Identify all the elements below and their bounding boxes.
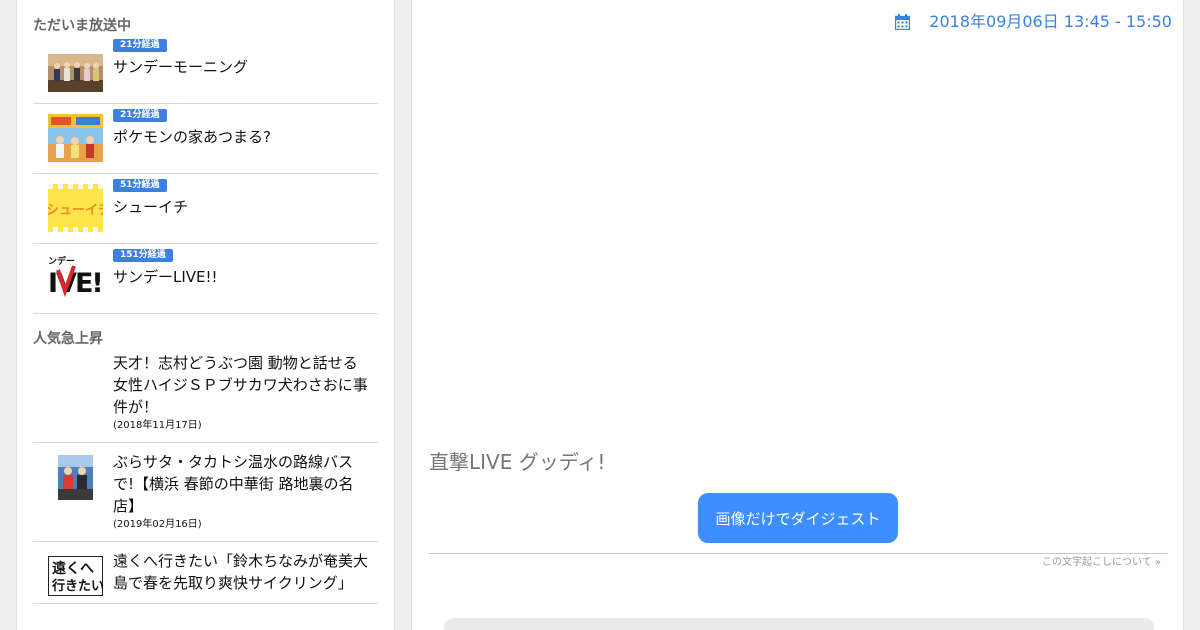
sidebar: ただいま放送中 21分経過 サンデーモーニング 21分経過 ポケモンの家あつまる… [16, 0, 395, 630]
program-title: 直撃LIVE グッディ! [429, 450, 606, 474]
program-title-link[interactable]: サンデーLIVE!! [113, 266, 218, 288]
program-title-link[interactable]: ポケモンの家あつまる? [113, 126, 271, 148]
elapsed-badge: 151分経過 [113, 249, 173, 262]
divider [429, 553, 1167, 554]
program-thumbnail [58, 455, 93, 500]
section-title-onair: ただいま放送中 [33, 18, 131, 34]
program-thumbnail [48, 44, 103, 92]
program-title-link[interactable]: シューイチ [113, 196, 188, 218]
main-panel: 2018年09月06日 13:45 - 15:50 直撃LIVE グッディ! 画… [411, 0, 1184, 630]
thumb-logo-text: IVE! [48, 268, 102, 299]
onair-item[interactable]: ンデー IVE! 151分経過 サンデーLIVE!! [33, 244, 378, 314]
image-digest-button[interactable]: 画像だけでダイジェスト [698, 493, 898, 543]
thumb-logo-text: 遠くへ [52, 560, 94, 577]
rising-item[interactable]: ぶらサタ・タカトシ温水の路線バスで!【横浜 春節の中華街 路地裏の名店】 (20… [33, 443, 378, 542]
thumb-logo-text: シューイチ [48, 203, 103, 218]
program-title-link[interactable]: 遠くへ行きたい「鈴木ちなみが奄美大島で春を先取り爽快サイクリング」 [113, 550, 368, 594]
calendar-icon [895, 14, 911, 30]
rising-item[interactable]: 天才！志村どうぶつ園 動物と話せる女性ハイジＳＰブサカワ犬わさおに事件が！ (2… [33, 344, 378, 443]
broadcast-date: (2019年02月16日) [113, 519, 202, 530]
program-thumbnail: 遠くへ 行きたい [48, 556, 103, 596]
rising-item[interactable]: 遠くへ 行きたい 遠くへ行きたい「鈴木ちなみが奄美大島で春を先取り爽快サイクリン… [33, 542, 378, 604]
elapsed-badge: 21分経過 [113, 109, 167, 122]
program-thumbnail: シューイチ [48, 184, 103, 232]
datetime-text: 2018年09月06日 13:45 - 15:50 [929, 12, 1172, 31]
thumb-logo-text: ンデー [48, 255, 75, 267]
elapsed-badge: 51分経過 [113, 179, 167, 192]
thumb-logo-text: 行きたい [51, 578, 103, 594]
onair-item[interactable]: シューイチ 51分経過 シューイチ [33, 174, 378, 244]
program-title-link[interactable]: 天才！志村どうぶつ園 動物と話せる女性ハイジＳＰブサカワ犬わさおに事件が！ [113, 352, 368, 418]
program-thumbnail: ンデー IVE! [48, 254, 103, 302]
transcript-box [444, 618, 1154, 630]
program-thumbnail [48, 114, 103, 162]
section-title-rising: 人気急上昇 [33, 331, 103, 347]
onair-item[interactable]: 21分経過 ポケモンの家あつまる? [33, 104, 378, 174]
program-title-link[interactable]: サンデーモーニング [113, 56, 248, 78]
broadcast-datetime: 2018年09月06日 13:45 - 15:50 [895, 12, 1172, 32]
onair-item[interactable]: 21分経過 サンデーモーニング [33, 34, 378, 104]
program-title-link[interactable]: ぶらサタ・タカトシ温水の路線バスで!【横浜 春節の中華街 路地裏の名店】 [113, 451, 368, 517]
elapsed-badge: 21分経過 [113, 39, 167, 52]
about-transcript-link[interactable]: この文字起こしについて » [1042, 556, 1161, 570]
broadcast-date: (2018年11月17日) [113, 420, 202, 431]
